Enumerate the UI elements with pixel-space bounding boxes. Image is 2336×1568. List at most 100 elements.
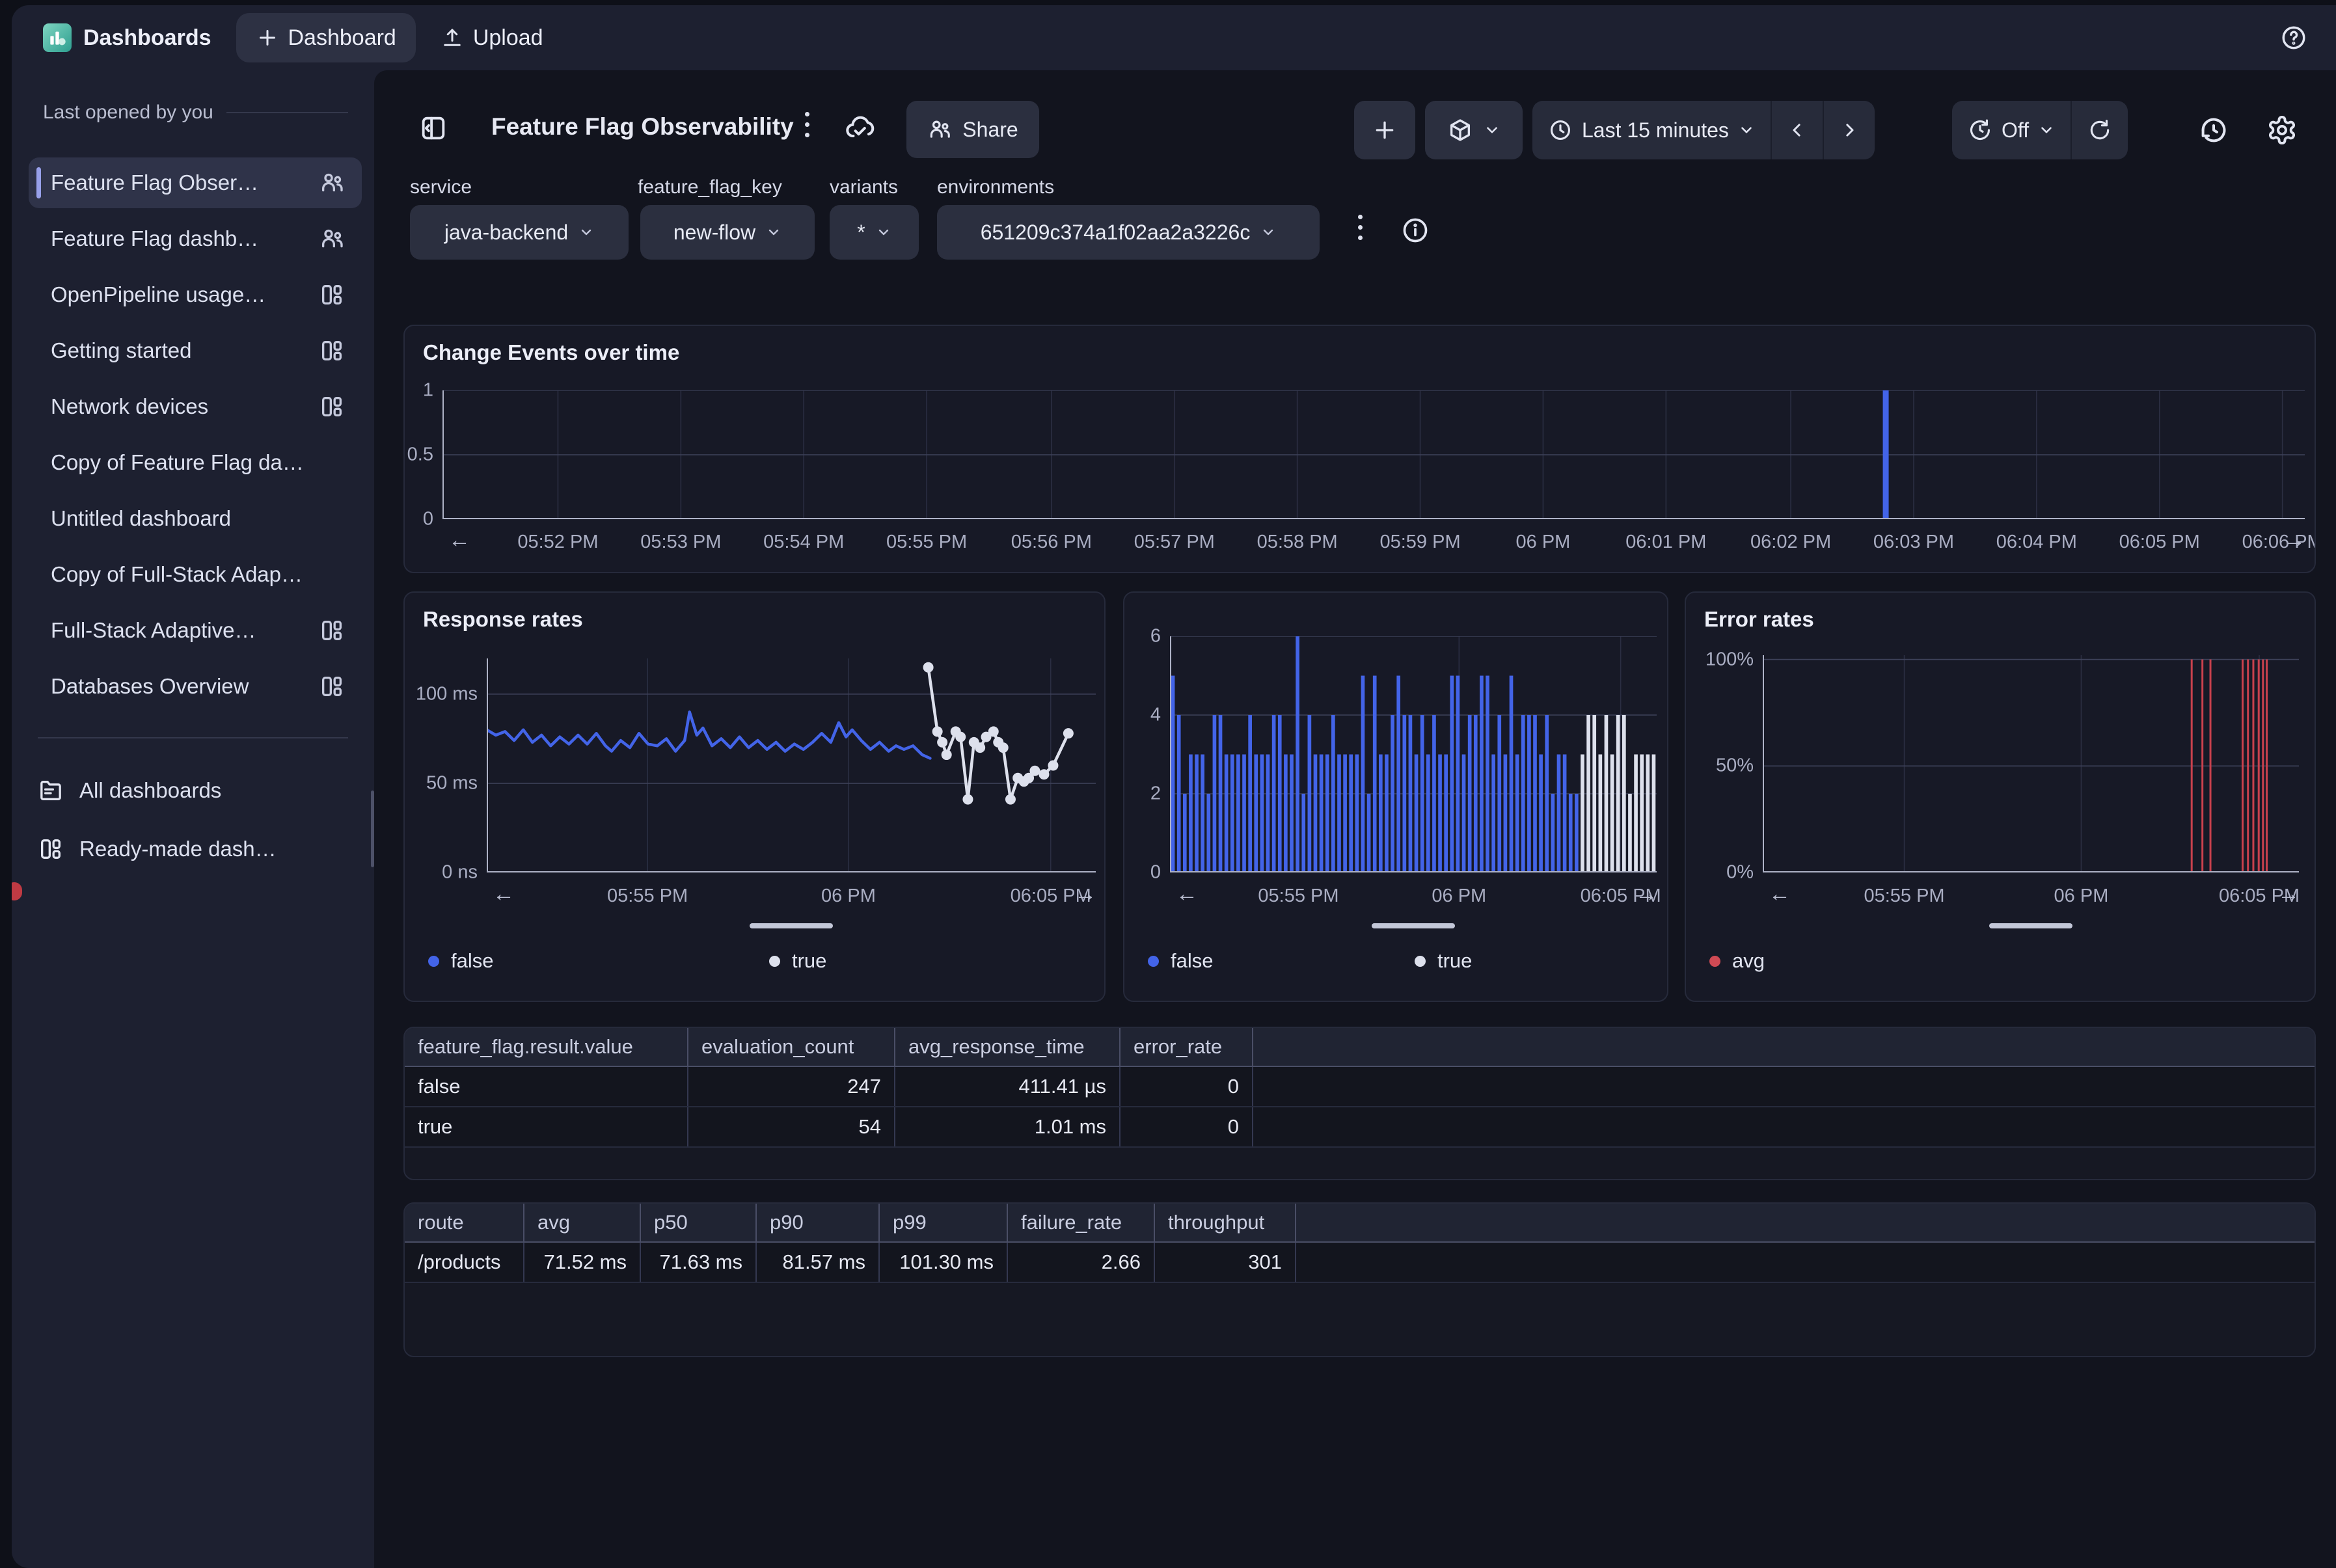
filter-dropdown-variants[interactable]: * bbox=[830, 205, 919, 260]
chevron-down-icon bbox=[2038, 122, 2055, 139]
table-row[interactable]: true541.01 ms0 bbox=[405, 1107, 2315, 1148]
chart-panel-evaluations[interactable]: 642005:55 PM06 PM06:05 PM←→falsetrue bbox=[1123, 591, 1668, 1002]
chart-zoom-scrollbar[interactable] bbox=[1372, 923, 1455, 928]
legend-item-true[interactable]: true bbox=[769, 949, 826, 973]
time-range-dropdown[interactable]: Last 15 minutes bbox=[1532, 101, 1771, 159]
column-header-p99[interactable]: p99 bbox=[880, 1204, 1008, 1241]
people-icon bbox=[319, 226, 345, 252]
table-row[interactable]: /products71.52 ms71.63 ms81.57 ms101.30 … bbox=[405, 1243, 2315, 1283]
table-row[interactable]: false247411.41 µs0 bbox=[405, 1067, 2315, 1107]
time-back-button[interactable] bbox=[1771, 101, 1823, 159]
x-axis-label: 05:55 PM bbox=[607, 885, 688, 907]
chart-panel-change-events[interactable]: Change Events over time10.5005:52 PM05:5… bbox=[403, 325, 2316, 573]
column-header-throughput[interactable]: throughput bbox=[1155, 1204, 1296, 1241]
share-button[interactable]: Share bbox=[906, 101, 1039, 158]
table-cell: 1.01 ms bbox=[895, 1107, 1120, 1146]
sidebar-item-label: Feature Flag dashb… bbox=[51, 226, 319, 251]
column-header-route[interactable]: route bbox=[405, 1204, 524, 1241]
legend-label: avg bbox=[1732, 949, 1765, 973]
main-content: Feature Flag Observability Share Last 15… bbox=[374, 70, 2336, 1568]
column-header-feature_flag.result.value[interactable]: feature_flag.result.value bbox=[405, 1028, 688, 1066]
chart-plot[interactable] bbox=[442, 390, 2305, 519]
pan-right-arrow-icon[interactable]: → bbox=[1074, 882, 1096, 907]
column-header-avg[interactable]: avg bbox=[524, 1204, 641, 1241]
column-header-p90[interactable]: p90 bbox=[757, 1204, 880, 1241]
sidebar-footer-all-dashboards[interactable]: All dashboards bbox=[38, 765, 363, 816]
filter-dropdown-environments[interactable]: 651209c374a1f02aa2a3226c bbox=[937, 205, 1320, 260]
sidebar-item-full-stack-adaptive-[interactable]: Full-Stack Adaptive… bbox=[29, 605, 362, 656]
filter-label-environments: environments bbox=[937, 176, 1054, 198]
sidebar-item-getting-started[interactable]: Getting started bbox=[29, 325, 362, 376]
filter-dropdown-feature_flag_key[interactable]: new-flow bbox=[640, 205, 815, 260]
x-axis-label: 06 PM bbox=[2054, 885, 2109, 907]
new-dashboard-button[interactable]: Dashboard bbox=[236, 13, 416, 62]
chart-zoom-scrollbar[interactable] bbox=[1989, 923, 2072, 928]
info-icon[interactable] bbox=[1401, 216, 1430, 245]
table-cell: 101.30 ms bbox=[880, 1243, 1008, 1282]
settings-gear-icon[interactable] bbox=[2266, 115, 2298, 146]
sidebar-item-untitled-dashboard[interactable]: Untitled dashboard bbox=[29, 493, 362, 544]
pan-left-arrow-icon[interactable]: ← bbox=[493, 882, 515, 907]
table-cell: 411.41 µs bbox=[895, 1067, 1120, 1106]
y-axis-label: 50% bbox=[1686, 755, 1754, 777]
table-header-row: routeavgp50p90p99failure_ratethroughput bbox=[405, 1204, 2315, 1243]
sidebar-item-databases-overview[interactable]: Databases Overview bbox=[29, 661, 362, 712]
history-icon[interactable] bbox=[2198, 115, 2229, 146]
legend-item-true[interactable]: true bbox=[1415, 949, 1472, 973]
table-cell: /products bbox=[405, 1243, 524, 1282]
legend-item-false[interactable]: false bbox=[428, 949, 493, 973]
auto-refresh-group: Off bbox=[1952, 101, 2128, 159]
sidebar-item-feature-flag-obser-[interactable]: Feature Flag Obser… bbox=[29, 157, 362, 208]
sidebar-item-network-devices[interactable]: Network devices bbox=[29, 381, 362, 432]
pan-left-arrow-icon[interactable]: ← bbox=[1176, 882, 1198, 907]
filter-value: java-backend bbox=[444, 221, 568, 245]
add-widget-button[interactable] bbox=[1354, 101, 1415, 159]
column-header-avg_response_time[interactable]: avg_response_time bbox=[895, 1028, 1120, 1066]
table-cell: true bbox=[405, 1107, 688, 1146]
sidebar-item-feature-flag-dashb-[interactable]: Feature Flag dashb… bbox=[29, 213, 362, 264]
dashboard-menu-icon[interactable] bbox=[805, 112, 809, 137]
column-header-failure_rate[interactable]: failure_rate bbox=[1008, 1204, 1155, 1241]
column-header-p50[interactable]: p50 bbox=[641, 1204, 757, 1241]
chart-zoom-scrollbar[interactable] bbox=[750, 923, 833, 928]
chart-plot[interactable] bbox=[1763, 655, 2299, 872]
pan-right-arrow-icon[interactable]: → bbox=[2277, 882, 2300, 907]
sidebar-item-openpipeline-usage-[interactable]: OpenPipeline usage… bbox=[29, 269, 362, 320]
chart-plot[interactable] bbox=[1170, 636, 1657, 872]
upload-button[interactable]: Upload bbox=[441, 13, 543, 62]
auto-refresh-dropdown[interactable]: Off bbox=[1952, 101, 2071, 159]
time-forward-button[interactable] bbox=[1823, 101, 1875, 159]
chart-plot[interactable] bbox=[487, 658, 1096, 872]
table-cell: 54 bbox=[688, 1107, 895, 1146]
table-panel-feature-flags[interactable]: feature_flag.result.valueevaluation_coun… bbox=[403, 1027, 2316, 1180]
filter-dropdown-service[interactable]: java-backend bbox=[410, 205, 629, 260]
chart-title: Change Events over time bbox=[423, 340, 679, 365]
pan-left-arrow-icon[interactable]: ← bbox=[1769, 882, 1791, 907]
pan-left-arrow-icon[interactable]: ← bbox=[448, 528, 470, 553]
y-axis-label: 0 ns bbox=[405, 862, 478, 884]
chevron-down-icon bbox=[766, 224, 781, 240]
chart-panel-error-rates[interactable]: Error rates100%50%0%05:55 PM06 PM06:05 P… bbox=[1685, 591, 2316, 1002]
legend-item-false[interactable]: false bbox=[1148, 949, 1213, 973]
chart-panel-response-rates[interactable]: Response rates100 ms50 ms0 ns05:55 PM06 … bbox=[403, 591, 1106, 1002]
x-axis-label: 06 PM bbox=[1432, 885, 1486, 907]
filters-menu-icon[interactable] bbox=[1358, 215, 1363, 240]
pan-right-arrow-icon[interactable]: → bbox=[2283, 528, 2305, 553]
pan-right-arrow-icon[interactable]: → bbox=[1635, 882, 1657, 907]
collapse-sidebar-icon[interactable] bbox=[418, 113, 448, 143]
column-header-evaluation_count[interactable]: evaluation_count bbox=[688, 1028, 895, 1066]
sidebar-item-label: Getting started bbox=[51, 338, 319, 363]
help-icon[interactable] bbox=[2280, 24, 2307, 51]
cloud-sync-icon[interactable] bbox=[844, 112, 875, 143]
legend-item-avg[interactable]: avg bbox=[1709, 949, 1765, 973]
time-range-group: Last 15 minutes bbox=[1532, 101, 1875, 159]
widget-type-dropdown[interactable] bbox=[1425, 101, 1523, 159]
sidebar-item-copy-of-full-stack-adap-[interactable]: Copy of Full-Stack Adap… bbox=[29, 549, 362, 600]
table-cell: 0 bbox=[1120, 1067, 1253, 1106]
table-panel-routes[interactable]: routeavgp50p90p99failure_ratethroughput/… bbox=[403, 1202, 2316, 1357]
refresh-button[interactable] bbox=[2071, 101, 2128, 159]
sidebar-footer-ready-made-dash-[interactable]: Ready-made dash… bbox=[38, 824, 363, 874]
sidebar-item-copy-of-feature-flag-da-[interactable]: Copy of Feature Flag da… bbox=[29, 437, 362, 488]
sidebar-section-label: Last opened by you bbox=[43, 101, 213, 124]
column-header-error_rate[interactable]: error_rate bbox=[1120, 1028, 1253, 1066]
